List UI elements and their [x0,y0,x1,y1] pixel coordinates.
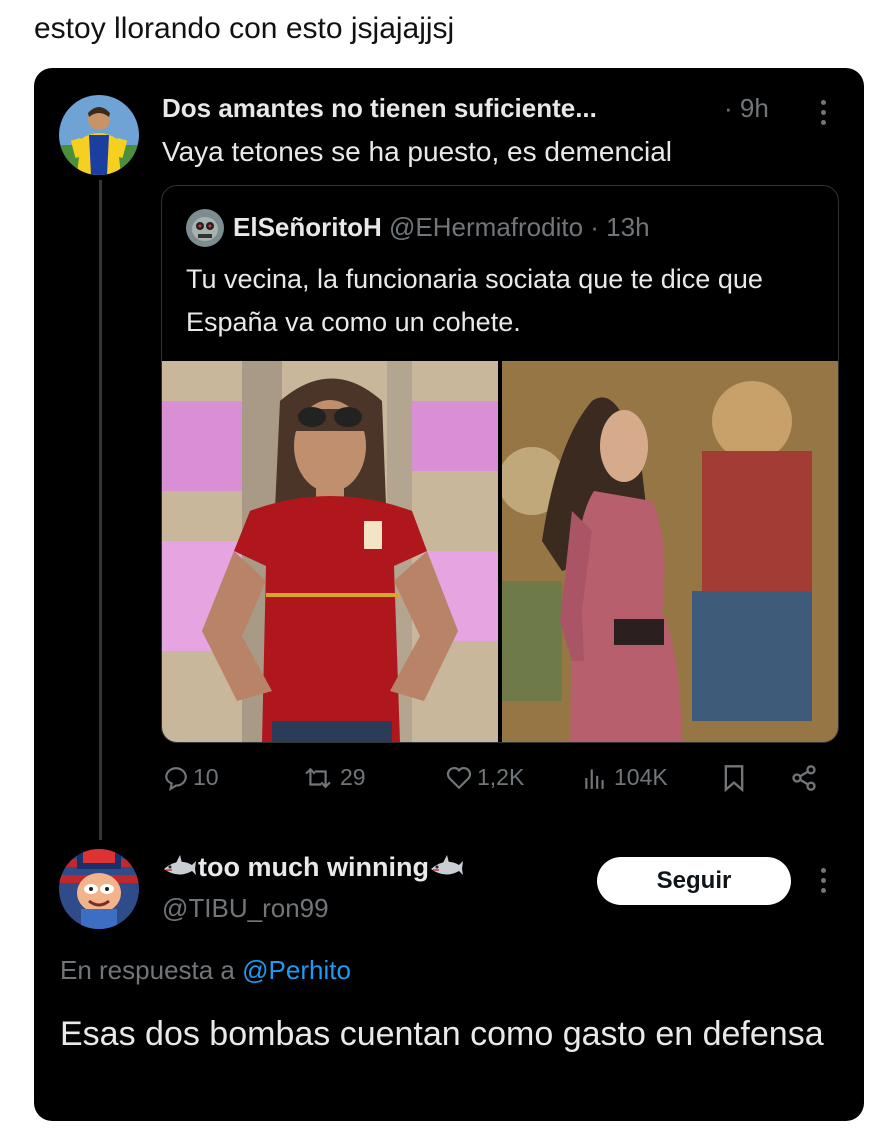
retweet-action[interactable]: 29 [300,764,366,791]
reply-count: 10 [193,764,219,790]
reply-author-avatar[interactable] [59,849,139,929]
reply-icon [165,766,187,791]
more-vertical-icon[interactable] [821,100,827,130]
quoted-author-line[interactable]: ElSeñoritoH @EHermafrodito · 13h [233,212,650,243]
quoted-author-avatar[interactable] [186,209,224,247]
reply-author-handle[interactable]: @TIBU_ron99 [162,893,329,924]
views-action[interactable]: 104K [580,764,668,791]
quoted-author-handle[interactable]: @EHermafrodito [389,212,583,242]
views-count: 104K [614,764,668,790]
quoted-author-name[interactable]: ElSeñoritoH [233,212,382,242]
bookmark-icon[interactable] [722,764,750,792]
tweet-text: Vaya tetones se ha puesto, es demencial [162,136,673,167]
quoted-tweet-text: Tu vecina, la funcionaria sociata que te… [186,264,763,337]
reply-mention-link[interactable]: @Perhito [242,955,351,985]
reply-action[interactable]: 10 [163,764,219,791]
reply-tweet-text: Esas dos bombas cuentan como gasto en de… [60,1015,824,1053]
like-action[interactable]: 1,2K [445,764,524,791]
reply-author-name-line[interactable]: too much winning [162,852,465,883]
views-icon [585,768,604,789]
quoted-time: · 13h [590,212,650,242]
shark-icon [430,855,463,875]
soccer-player-avatar[interactable] [59,95,139,175]
photo-woman-red-shirt[interactable] [162,361,498,742]
retweet-count: 29 [340,764,366,790]
more-vertical-icon[interactable] [821,868,827,898]
heart-icon [446,766,472,789]
thread-line [99,180,102,840]
retweet-icon [305,767,331,788]
tweet-action-bar: 10 29 1,2K 104K [0,764,896,800]
like-count: 1,2K [477,764,525,790]
reply-context: En respuesta a @Perhito [60,955,351,986]
follow-button[interactable]: Seguir [597,857,791,905]
tweet-time[interactable]: · 9h [724,93,769,124]
photo-woman-pink-dress-tapestry[interactable] [502,361,838,742]
reply-author-name[interactable]: too much winning [198,852,429,882]
post-caption: estoy llorando con esto jsjajajjsj [34,12,455,45]
tweet-author-name[interactable]: Dos amantes no tienen suficiente... [162,93,597,124]
reply-prefix: En respuesta a [60,955,243,985]
shark-icon [164,855,196,875]
share-icon[interactable] [790,764,822,792]
